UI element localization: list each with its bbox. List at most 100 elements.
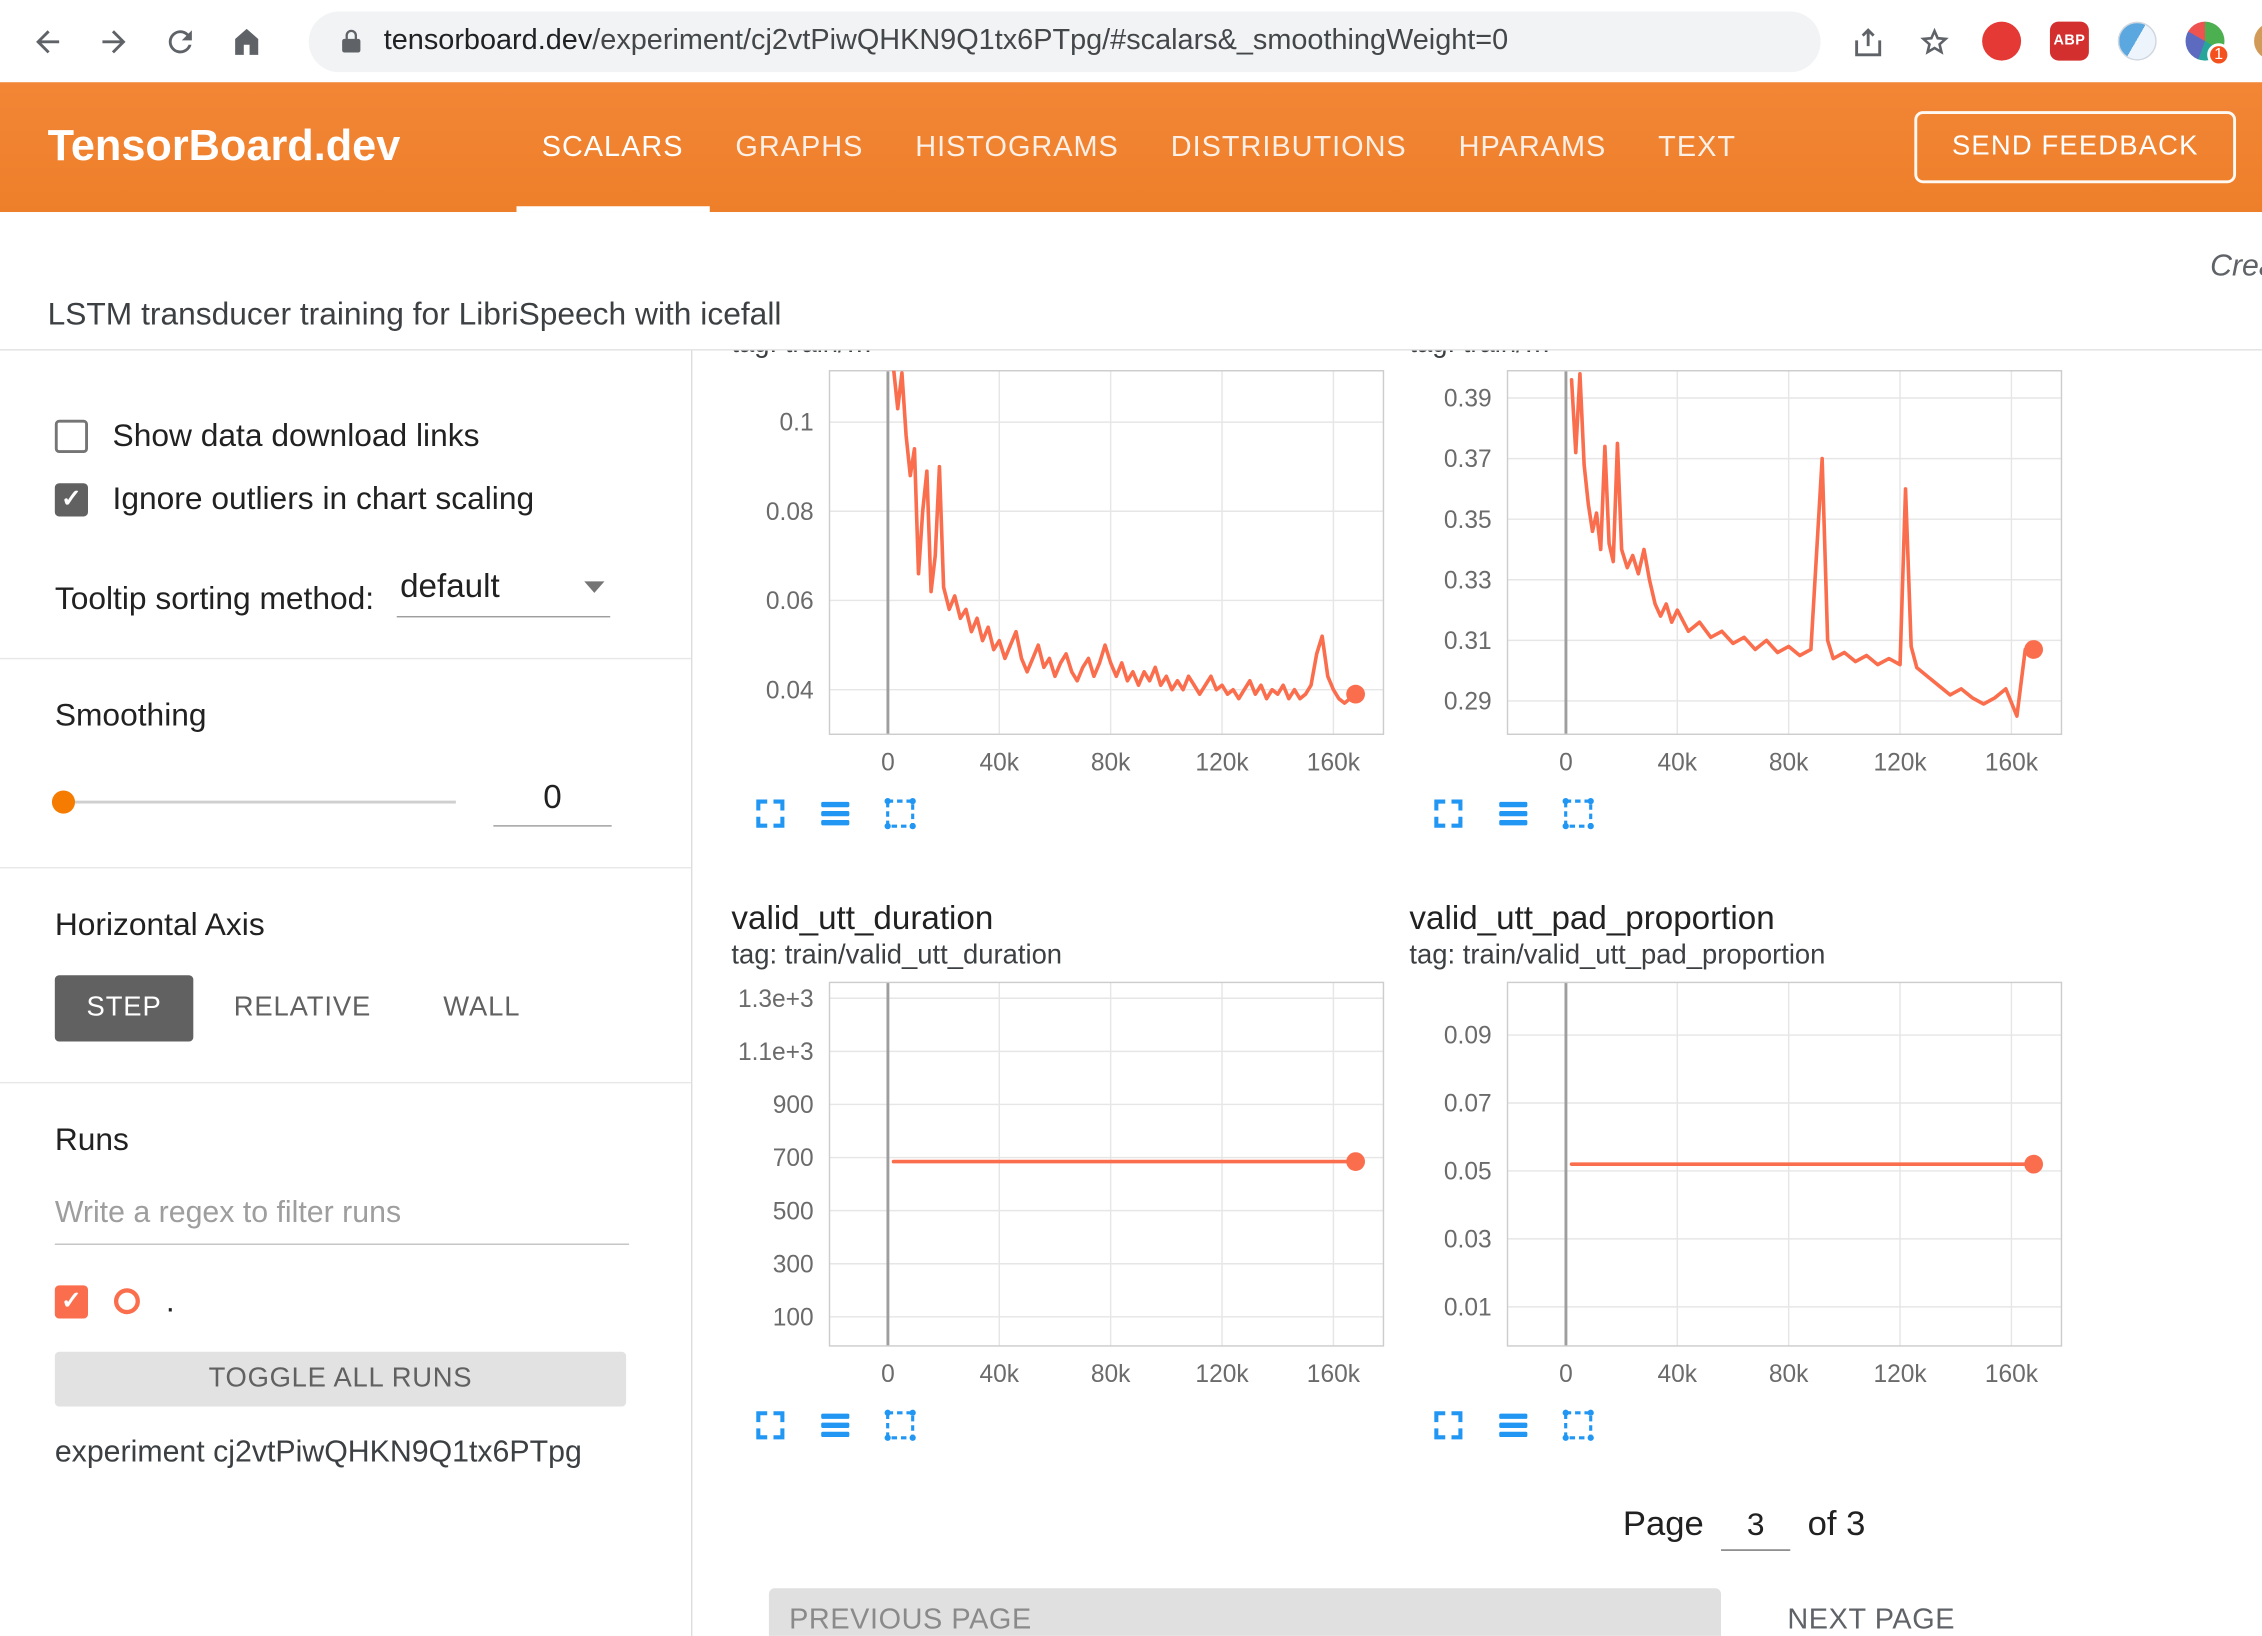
smoothing-label: Smoothing bbox=[55, 697, 633, 735]
svg-text:0: 0 bbox=[1559, 749, 1573, 776]
send-feedback-button[interactable]: SEND FEEDBACK bbox=[1914, 111, 2236, 183]
reload-button[interactable] bbox=[162, 22, 200, 60]
axis-step-button[interactable]: STEP bbox=[55, 975, 194, 1041]
runs-selector-icon[interactable] bbox=[1495, 1407, 1533, 1445]
svg-text:80k: 80k bbox=[1769, 749, 1809, 776]
url-domain: tensorboard.dev bbox=[384, 25, 593, 57]
expand-chart-icon[interactable] bbox=[752, 795, 790, 833]
smoothing-slider[interactable] bbox=[55, 801, 456, 804]
svg-text:0.05: 0.05 bbox=[1444, 1159, 1492, 1186]
app-title: TensorBoard.dev bbox=[48, 123, 401, 172]
run-list-item[interactable]: ✓ . bbox=[55, 1282, 633, 1320]
bookmark-star-icon[interactable] bbox=[1916, 22, 1954, 60]
tab-histograms[interactable]: HISTOGRAMS bbox=[889, 82, 1144, 212]
home-button[interactable] bbox=[228, 22, 266, 60]
chart-plot[interactable]: 0.290.310.330.350.370.39040k80k120k160k bbox=[1407, 362, 2071, 783]
ignore-outliers-checkbox[interactable]: ✓ bbox=[55, 483, 88, 516]
browser-window: tensorboard.dev/experiment/cj2vtPiwQHKN9… bbox=[0, 0, 2262, 1636]
show-download-links-checkbox[interactable] bbox=[55, 419, 88, 452]
svg-text:0.03: 0.03 bbox=[1444, 1227, 1492, 1254]
back-button[interactable] bbox=[29, 22, 67, 60]
abp-extension-icon[interactable]: ABP bbox=[2050, 22, 2089, 61]
share-icon[interactable] bbox=[1849, 22, 1887, 60]
svg-text:160k: 160k bbox=[1985, 1361, 2039, 1388]
tab-hparams[interactable]: HPARAMS bbox=[1433, 82, 1633, 212]
chart-tag: tag: train/… bbox=[1409, 351, 2084, 363]
runs-selector-icon[interactable] bbox=[1495, 795, 1533, 833]
chart-tag: tag: train/valid_utt_duration bbox=[731, 939, 1406, 974]
nav-tabs: SCALARS GRAPHS HISTOGRAMS DISTRIBUTIONS … bbox=[516, 82, 1762, 212]
next-page-button[interactable]: NEXT PAGE bbox=[1787, 1603, 1955, 1635]
chart-toolbar bbox=[729, 1395, 1407, 1470]
settings-sidebar: Show data download links ✓ Ignore outlie… bbox=[0, 351, 692, 1636]
forward-button[interactable] bbox=[95, 22, 133, 60]
chart-toolbar bbox=[1407, 783, 2085, 858]
page-number-input[interactable] bbox=[1721, 1506, 1790, 1551]
svg-text:0.35: 0.35 bbox=[1444, 507, 1492, 534]
svg-text:0: 0 bbox=[881, 749, 895, 776]
svg-text:40k: 40k bbox=[1658, 1361, 1698, 1388]
show-download-links-label: Show data download links bbox=[113, 417, 480, 455]
fit-domain-icon[interactable] bbox=[1559, 795, 1597, 833]
tooltip-sorting-dropdown[interactable]: default bbox=[397, 567, 611, 617]
svg-text:40k: 40k bbox=[980, 749, 1020, 776]
expand-chart-icon[interactable] bbox=[1430, 1407, 1468, 1445]
experiment-description: LSTM transducer training for LibriSpeech… bbox=[48, 296, 782, 334]
svg-text:120k: 120k bbox=[1195, 749, 1249, 776]
chart-plot[interactable]: 1003005007009001.1e+31.3e+3040k80k120k16… bbox=[729, 974, 1393, 1395]
run-name: . bbox=[166, 1282, 175, 1320]
runs-filter-input[interactable] bbox=[55, 1196, 629, 1245]
svg-text:1.1e+3: 1.1e+3 bbox=[738, 1039, 814, 1066]
svg-text:0.37: 0.37 bbox=[1444, 446, 1492, 473]
tab-text[interactable]: TEXT bbox=[1632, 82, 1762, 212]
expand-chart-icon[interactable] bbox=[1430, 795, 1468, 833]
run-checkbox[interactable]: ✓ bbox=[55, 1285, 88, 1318]
expand-chart-icon[interactable] bbox=[752, 1407, 790, 1445]
url-bar[interactable]: tensorboard.dev/experiment/cj2vtPiwQHKN9… bbox=[309, 11, 1821, 72]
svg-text:40k: 40k bbox=[980, 1361, 1020, 1388]
svg-text:100: 100 bbox=[773, 1304, 814, 1331]
svg-text:0: 0 bbox=[881, 1361, 895, 1388]
svg-text:0.09: 0.09 bbox=[1444, 1023, 1492, 1050]
profile-avatar[interactable]: 1 bbox=[2186, 22, 2225, 61]
svg-text:40k: 40k bbox=[1658, 749, 1698, 776]
svg-text:120k: 120k bbox=[1873, 749, 1927, 776]
run-color-swatch bbox=[114, 1288, 140, 1314]
svg-text:0.33: 0.33 bbox=[1444, 567, 1492, 594]
previous-page-button[interactable]: PREVIOUS PAGE bbox=[769, 1588, 1721, 1636]
fit-domain-icon[interactable] bbox=[881, 1407, 919, 1445]
svg-text:80k: 80k bbox=[1091, 749, 1131, 776]
tab-distributions[interactable]: DISTRIBUTIONS bbox=[1145, 82, 1433, 212]
chart-plot[interactable]: 0.010.030.050.070.09040k80k120k160k bbox=[1407, 974, 2071, 1395]
fit-domain-icon[interactable] bbox=[1559, 1407, 1597, 1445]
runs-selector-icon[interactable] bbox=[817, 1407, 855, 1445]
svg-text:0.08: 0.08 bbox=[766, 499, 814, 526]
svg-text:500: 500 bbox=[773, 1198, 814, 1225]
axis-relative-button[interactable]: RELATIVE bbox=[202, 975, 403, 1041]
page-label: Page bbox=[1623, 1505, 1704, 1545]
tab-scalars[interactable]: SCALARS bbox=[516, 82, 710, 212]
chevron-down-icon bbox=[585, 581, 605, 593]
runs-selector-icon[interactable] bbox=[817, 795, 855, 833]
axis-wall-button[interactable]: WALL bbox=[412, 975, 553, 1041]
blue-extension-icon[interactable] bbox=[2118, 22, 2157, 61]
chart-card: tag: train/… 0.040.060.080.1040k80k120k1… bbox=[729, 351, 1407, 859]
smoothing-slider-thumb[interactable] bbox=[52, 791, 75, 814]
svg-text:80k: 80k bbox=[1091, 1361, 1131, 1388]
svg-text:0: 0 bbox=[1559, 1361, 1573, 1388]
chart-toolbar bbox=[729, 783, 1407, 858]
fit-domain-icon[interactable] bbox=[881, 795, 919, 833]
tab-graphs[interactable]: GRAPHS bbox=[709, 82, 889, 212]
svg-text:1.3e+3: 1.3e+3 bbox=[738, 986, 814, 1013]
url-path: /experiment/cj2vtPiwQHKN9Q1tx6PTpg/#scal… bbox=[592, 25, 1508, 57]
chart-plot[interactable]: 0.040.060.080.1040k80k120k160k bbox=[729, 362, 1393, 783]
smoothing-value-field[interactable]: 0 bbox=[493, 778, 611, 827]
toggle-all-runs-button[interactable]: TOGGLE ALL RUNS bbox=[55, 1352, 626, 1407]
svg-text:0.04: 0.04 bbox=[766, 677, 814, 704]
adblock-extension-icon[interactable] bbox=[1982, 22, 2021, 61]
svg-text:0.29: 0.29 bbox=[1444, 689, 1492, 716]
cookie-extension-icon[interactable] bbox=[2253, 22, 2262, 61]
svg-text:0.1: 0.1 bbox=[780, 410, 814, 437]
svg-text:700: 700 bbox=[773, 1145, 814, 1172]
abp-label: ABP bbox=[2054, 33, 2086, 49]
